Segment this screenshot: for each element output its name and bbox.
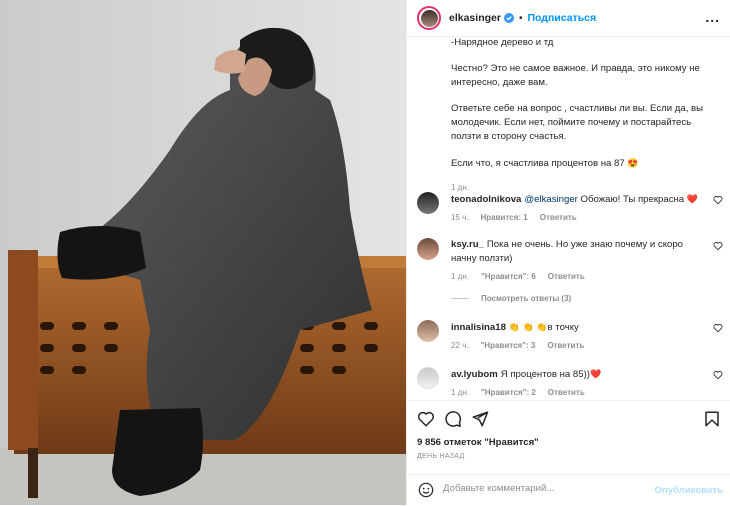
post-date[interactable]: ДЕНЬ НАЗАД <box>417 453 465 460</box>
comment-item: innalisina18 👏 👏 👏в точку 22 ч. "Нравится"… <box>417 320 723 350</box>
reply-button[interactable]: Ответить <box>548 388 585 397</box>
post-header: elkasinger • Подписаться ... <box>407 0 730 37</box>
smiling-face-emoji: 😍 <box>627 158 639 168</box>
comment-meta: 15 ч. Нравится: 1 Ответить <box>451 213 577 222</box>
caption-line: Честно? Это не самое важное. И правда, э… <box>451 63 700 88</box>
commenter-username[interactable]: innalisina18 <box>451 322 506 333</box>
comment-text: teonadolnikova @elkasinger Обожаю! Ты пре… <box>451 194 699 205</box>
photo-illustration <box>0 0 406 505</box>
comment-likes[interactable]: "Нравится": 2 <box>481 388 536 397</box>
comment-meta: 1 дн. "Нравится": 6 Ответить <box>451 272 585 281</box>
reply-button[interactable]: Ответить <box>548 272 585 281</box>
comment-like-icon[interactable] <box>713 195 723 205</box>
caption-line: Ответьте себе на вопрос , счастливы ли в… <box>451 103 704 142</box>
emoji-icon[interactable] <box>418 482 434 498</box>
comment-meta: 22 ч. "Нравится": 3 Ответить <box>451 341 585 350</box>
comment-likes[interactable]: Нравится: 1 <box>481 213 528 222</box>
separator-dot: • <box>518 12 523 24</box>
view-replies-button[interactable]: Посмотреть ответы (3) <box>451 294 571 303</box>
post-caption: -Нарядное дерево и тд Честно? Это не сам… <box>451 36 723 195</box>
author-avatar[interactable] <box>417 6 441 30</box>
comment-item: ksy.ru_ Пока не очень. Но уже знаю почему… <box>417 238 723 281</box>
commenter-username[interactable]: av.lyubom <box>451 369 498 380</box>
reply-button[interactable]: Ответить <box>540 213 577 222</box>
follow-button[interactable]: Подписаться <box>527 12 596 24</box>
post-actions <box>407 400 730 437</box>
reply-button[interactable]: Ответить <box>547 341 584 350</box>
comment-text: ksy.ru_ Пока не очень. Но уже знаю почему… <box>451 239 684 264</box>
clap-emoji: 👏 👏 👏 <box>508 322 548 332</box>
share-icon[interactable] <box>471 410 489 428</box>
comment-item: av.lyubom Я процентов на 85))❤️ 1 дн. "Нра… <box>417 367 723 397</box>
commenter-avatar[interactable] <box>417 367 439 389</box>
likes-count[interactable]: 9 856 отметок "Нравится" <box>417 437 539 448</box>
publish-button[interactable]: Опубликовать <box>654 485 723 496</box>
heart-icon[interactable] <box>417 410 435 428</box>
comment-item: teonadolnikova @elkasinger Обожаю! Ты пре… <box>417 192 723 222</box>
bookmark-icon[interactable] <box>703 410 721 428</box>
author-username[interactable]: elkasinger <box>449 12 501 24</box>
mention-link[interactable]: @elkasinger <box>524 194 577 205</box>
add-comment-bar: Опубликовать <box>407 474 730 506</box>
commenter-avatar[interactable] <box>417 320 439 342</box>
comment-meta: 1 дн. "Нравится": 2 Ответить <box>451 388 585 397</box>
comment-text: innalisina18 👏 👏 👏в точку <box>451 322 579 333</box>
comment-like-icon[interactable] <box>713 323 723 333</box>
commenter-username[interactable]: teonadolnikova <box>451 194 521 205</box>
more-options-icon[interactable]: ... <box>705 9 720 25</box>
comment-like-icon[interactable] <box>713 370 723 380</box>
comment-text: av.lyubom Я процентов на 85))❤️ <box>451 369 602 380</box>
commenter-avatar[interactable] <box>417 192 439 214</box>
post-panel: elkasinger • Подписаться ... -Нарядное д… <box>406 0 730 505</box>
post-photo[interactable] <box>0 0 406 505</box>
commenter-avatar[interactable] <box>417 238 439 260</box>
comment-input[interactable] <box>443 483 643 494</box>
comment-likes[interactable]: "Нравится": 3 <box>481 341 536 350</box>
comment-likes[interactable]: "Нравится": 6 <box>481 272 536 281</box>
verified-icon <box>503 13 514 23</box>
caption-line: Если что, я счастлива процентов на 87 😍 <box>451 158 639 169</box>
comment-icon[interactable] <box>444 410 462 428</box>
comment-like-icon[interactable] <box>713 241 723 251</box>
heart-emoji: ❤️ <box>686 194 699 204</box>
commenter-username[interactable]: ksy.ru_ <box>451 239 484 250</box>
caption-line: -Нарядное дерево и тд <box>451 37 554 48</box>
heart-emoji: ❤️ <box>589 369 602 379</box>
